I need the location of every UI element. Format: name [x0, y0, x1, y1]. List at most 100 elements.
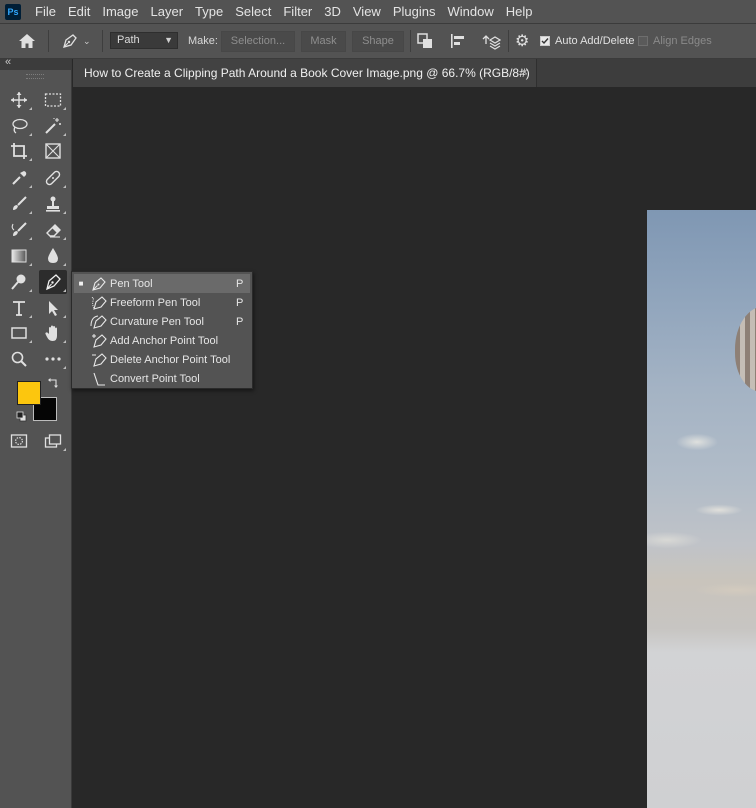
- flyout-item-freeform-pen-tool[interactable]: Freeform Pen Tool P: [74, 293, 250, 312]
- convert-point-icon: [93, 372, 105, 386]
- frame-icon: [45, 143, 61, 159]
- pen-icon: [92, 276, 106, 291]
- pen-tool[interactable]: [39, 270, 67, 294]
- home-button[interactable]: [18, 24, 36, 58]
- delete-anchor-point-icon: [92, 352, 107, 367]
- collapse-panel-icon[interactable]: «: [5, 56, 11, 68]
- magic-wand-tool[interactable]: [39, 114, 67, 138]
- freeform-pen-icon: [91, 295, 107, 310]
- flyout-item-label: Convert Point Tool: [110, 372, 200, 385]
- flyout-item-label: Delete Anchor Point Tool: [110, 353, 231, 366]
- swap-colors-button[interactable]: [47, 377, 59, 392]
- document-image[interactable]: [647, 210, 756, 808]
- path-selection-tool[interactable]: [39, 296, 67, 320]
- make-selection-button[interactable]: Selection...: [221, 31, 295, 52]
- more-icon: [45, 357, 61, 361]
- spot-healing-brush-tool[interactable]: [39, 166, 67, 190]
- menu-image[interactable]: Image: [96, 4, 144, 19]
- dodge-icon: [11, 274, 26, 290]
- flyout-item-shortcut: P: [236, 277, 244, 290]
- settings-button[interactable]: ⚙: [515, 24, 529, 58]
- zoom-tool[interactable]: [5, 347, 33, 371]
- lasso-tool[interactable]: [5, 114, 33, 138]
- document-tab[interactable]: How to Create a Clipping Path Around a B…: [73, 59, 537, 87]
- history-brush-tool[interactable]: [5, 218, 33, 242]
- auto-add-delete-checkbox[interactable]: Auto Add/Delete: [540, 24, 635, 58]
- dodge-tool[interactable]: [5, 270, 33, 294]
- flyout-item-add-anchor-point-tool[interactable]: Add Anchor Point Tool: [74, 331, 250, 350]
- arrow-pointer-icon: [49, 301, 58, 316]
- flyout-item-curvature-pen-tool[interactable]: Curvature Pen Tool P: [74, 312, 250, 331]
- chevron-down-icon: ▼: [164, 35, 173, 45]
- canvas-area[interactable]: [73, 87, 756, 808]
- menu-select[interactable]: Select: [229, 4, 277, 19]
- pen-mode-select[interactable]: Path ▼: [110, 32, 178, 49]
- pen-tool-flyout-menu: ■ Pen Tool P Freeform Pen Tool P Curvatu…: [71, 271, 253, 389]
- pen-mode-value: Path: [117, 34, 140, 46]
- type-tool[interactable]: [5, 296, 33, 320]
- blur-tool[interactable]: [39, 244, 67, 268]
- checkbox-unchecked-icon: [638, 36, 648, 46]
- rectangle-tool[interactable]: [5, 321, 33, 345]
- menu-edit[interactable]: Edit: [62, 4, 96, 19]
- clone-stamp-tool[interactable]: [39, 192, 67, 216]
- menu-3d[interactable]: 3D: [318, 4, 347, 19]
- menu-layer[interactable]: Layer: [145, 4, 190, 19]
- menu-filter[interactable]: Filter: [277, 4, 318, 19]
- make-shape-button[interactable]: Shape: [352, 31, 404, 52]
- default-colors-button[interactable]: [16, 411, 27, 425]
- magic-wand-icon: [45, 118, 61, 134]
- edit-toolbar-button[interactable]: [39, 347, 67, 371]
- align-edges-checkbox[interactable]: Align Edges: [638, 24, 712, 58]
- align-edges-label: Align Edges: [653, 35, 712, 47]
- photoshop-logo: Ps: [5, 3, 21, 20]
- path-arrangement-icon: [482, 35, 501, 50]
- path-operations-icon: [417, 33, 432, 48]
- curvature-pen-icon: [90, 314, 107, 329]
- flyout-item-delete-anchor-point-tool[interactable]: Delete Anchor Point Tool: [74, 350, 250, 369]
- menu-window[interactable]: Window: [441, 4, 499, 19]
- pen-icon: [46, 274, 61, 291]
- menu-plugins[interactable]: Plugins: [387, 4, 442, 19]
- move-tool[interactable]: [5, 88, 33, 112]
- pen-icon: [63, 34, 77, 48]
- crop-tool[interactable]: [5, 139, 33, 163]
- menu-bar: Ps File Edit Image Layer Type Select Fil…: [0, 0, 756, 23]
- path-operations-button[interactable]: [417, 24, 433, 58]
- gradient-tool[interactable]: [5, 244, 33, 268]
- tools-panel: «: [0, 56, 72, 808]
- add-anchor-point-icon: [92, 333, 107, 348]
- tool-preset-picker[interactable]: ⌄: [60, 24, 91, 58]
- path-arrangement-button[interactable]: [481, 24, 501, 58]
- menu-view[interactable]: View: [347, 4, 387, 19]
- path-alignment-button[interactable]: [450, 24, 466, 58]
- frame-tool[interactable]: [39, 139, 67, 163]
- selected-bullet-icon: ■: [78, 279, 84, 288]
- eyedropper-tool[interactable]: [5, 166, 33, 190]
- menu-type[interactable]: Type: [189, 4, 229, 19]
- auto-add-delete-label: Auto Add/Delete: [555, 35, 635, 47]
- flyout-item-pen-tool[interactable]: ■ Pen Tool P: [74, 274, 250, 293]
- stamp-icon: [46, 196, 60, 212]
- make-mask-button[interactable]: Mask: [301, 31, 346, 52]
- tools-panel-header: «: [0, 56, 71, 70]
- flyout-item-shortcut: P: [236, 296, 244, 309]
- close-icon[interactable]: ×: [521, 65, 528, 79]
- home-icon: [19, 34, 35, 48]
- rectangular-marquee-tool[interactable]: [39, 88, 67, 112]
- zoom-icon: [11, 351, 27, 367]
- flyout-item-convert-point-tool[interactable]: Convert Point Tool: [74, 369, 250, 388]
- foreground-color-swatch[interactable]: [17, 381, 41, 405]
- rectangular-marquee-icon: [44, 93, 62, 107]
- eraser-tool[interactable]: [39, 218, 67, 242]
- move-icon: [11, 92, 27, 108]
- menu-file[interactable]: File: [29, 4, 62, 19]
- hand-tool[interactable]: [39, 321, 67, 345]
- gradient-icon: [11, 249, 27, 263]
- hand-icon: [45, 325, 57, 341]
- screen-mode-button[interactable]: [39, 429, 67, 453]
- quick-mask-button[interactable]: [5, 429, 33, 453]
- brush-tool[interactable]: [5, 192, 33, 216]
- menu-help[interactable]: Help: [500, 4, 539, 19]
- panel-grip[interactable]: [26, 74, 44, 79]
